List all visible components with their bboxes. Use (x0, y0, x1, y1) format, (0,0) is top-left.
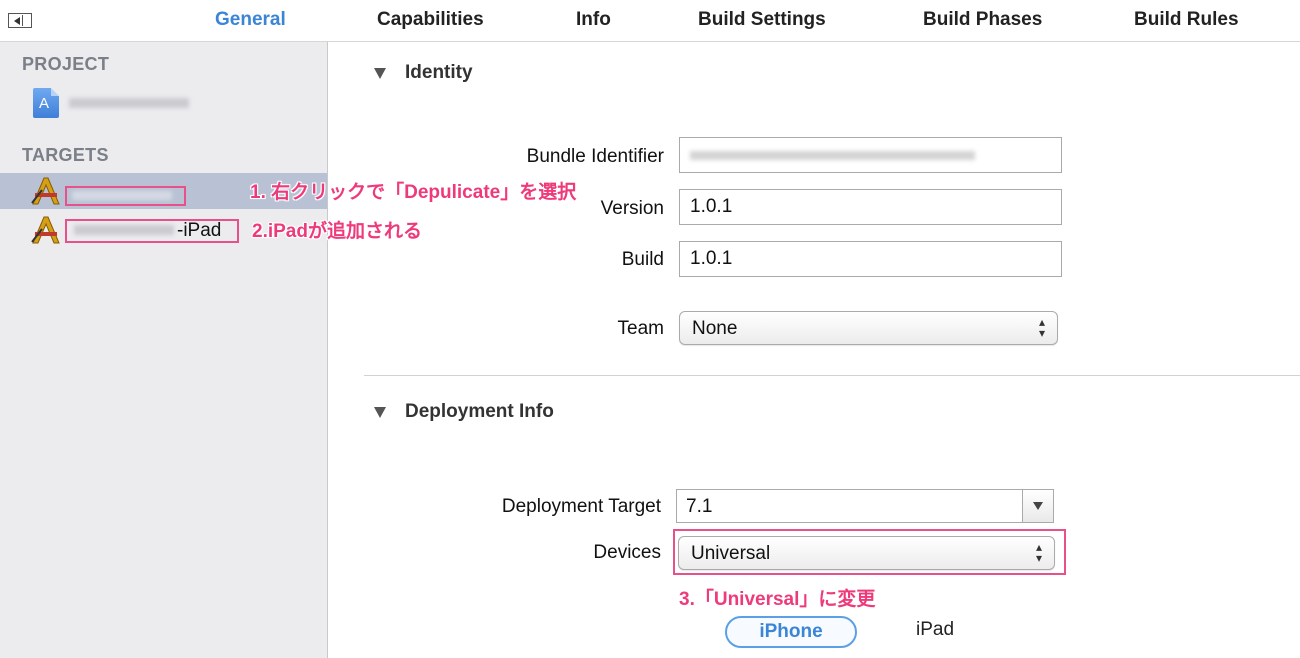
team-label: Team (617, 318, 664, 339)
combo-dropdown-button[interactable] (1022, 490, 1053, 522)
devices-popup-value: Universal (691, 543, 771, 564)
device-tab-iphone[interactable]: iPhone (725, 616, 857, 648)
deployment-target-label: Deployment Target (501, 496, 661, 517)
project-item[interactable]: A (33, 88, 323, 118)
editor-tab-bar: General Capabilities Info Build Settings… (0, 0, 1300, 42)
tab-info[interactable]: Info (576, 9, 611, 31)
bundle-identifier-field[interactable] (679, 137, 1062, 173)
app-target-icon (31, 216, 60, 244)
target-name-suffix: -iPad (177, 220, 222, 241)
disclosure-triangle-icon[interactable] (374, 68, 386, 79)
updown-arrows-icon: ▴ ▾ (1038, 315, 1045, 340)
blurred-target-name (74, 225, 174, 235)
app-target-icon (31, 177, 60, 205)
bundle-identifier-label: Bundle Identifier (526, 146, 664, 167)
blurred-project-name (69, 98, 189, 108)
version-label: Version (600, 198, 664, 219)
build-field[interactable]: 1.0.1 (679, 241, 1062, 277)
devices-popup[interactable]: Universal ▴ ▾ (678, 536, 1055, 570)
targets-section-header: TARGETS (22, 145, 109, 165)
team-popup[interactable]: None ▴ ▾ (679, 311, 1058, 345)
version-field[interactable]: 1.0.1 (679, 189, 1062, 225)
sidebar-toggle-button[interactable] (8, 13, 32, 28)
devices-label: Devices (593, 542, 661, 563)
tab-capabilities[interactable]: Capabilities (377, 9, 484, 31)
chevron-down-icon (1033, 502, 1043, 510)
tab-build-settings[interactable]: Build Settings (698, 9, 826, 31)
project-section-header: PROJECT (22, 54, 110, 74)
blurred-target-name (72, 191, 172, 200)
xcode-project-icon: A (33, 88, 59, 118)
identity-section-title: Identity (405, 62, 473, 83)
general-settings-pane: Identity Bundle Identifier Version 1.0.1… (329, 42, 1300, 658)
tab-build-rules[interactable]: Build Rules (1134, 9, 1239, 31)
collapse-left-icon (14, 17, 20, 25)
disclosure-triangle-icon[interactable] (374, 407, 386, 418)
project-navigator-sidebar: PROJECT A TARGETS -iPad (0, 42, 328, 658)
device-tab-ipad[interactable]: iPad (916, 619, 954, 641)
deployment-info-section-title: Deployment Info (405, 401, 554, 422)
section-divider (364, 375, 1300, 376)
team-popup-value: None (692, 318, 738, 339)
blurred-bundle-id (690, 151, 975, 160)
updown-arrows-icon: ▴ ▾ (1035, 540, 1042, 565)
deployment-target-value: 7.1 (686, 496, 713, 517)
build-label: Build (621, 249, 664, 270)
tab-general[interactable]: General (215, 9, 286, 31)
tab-build-phases[interactable]: Build Phases (923, 9, 1042, 31)
annotation-step-3: 3.「Universal」に変更 (679, 589, 876, 610)
deployment-target-combo[interactable]: 7.1 (676, 489, 1054, 523)
